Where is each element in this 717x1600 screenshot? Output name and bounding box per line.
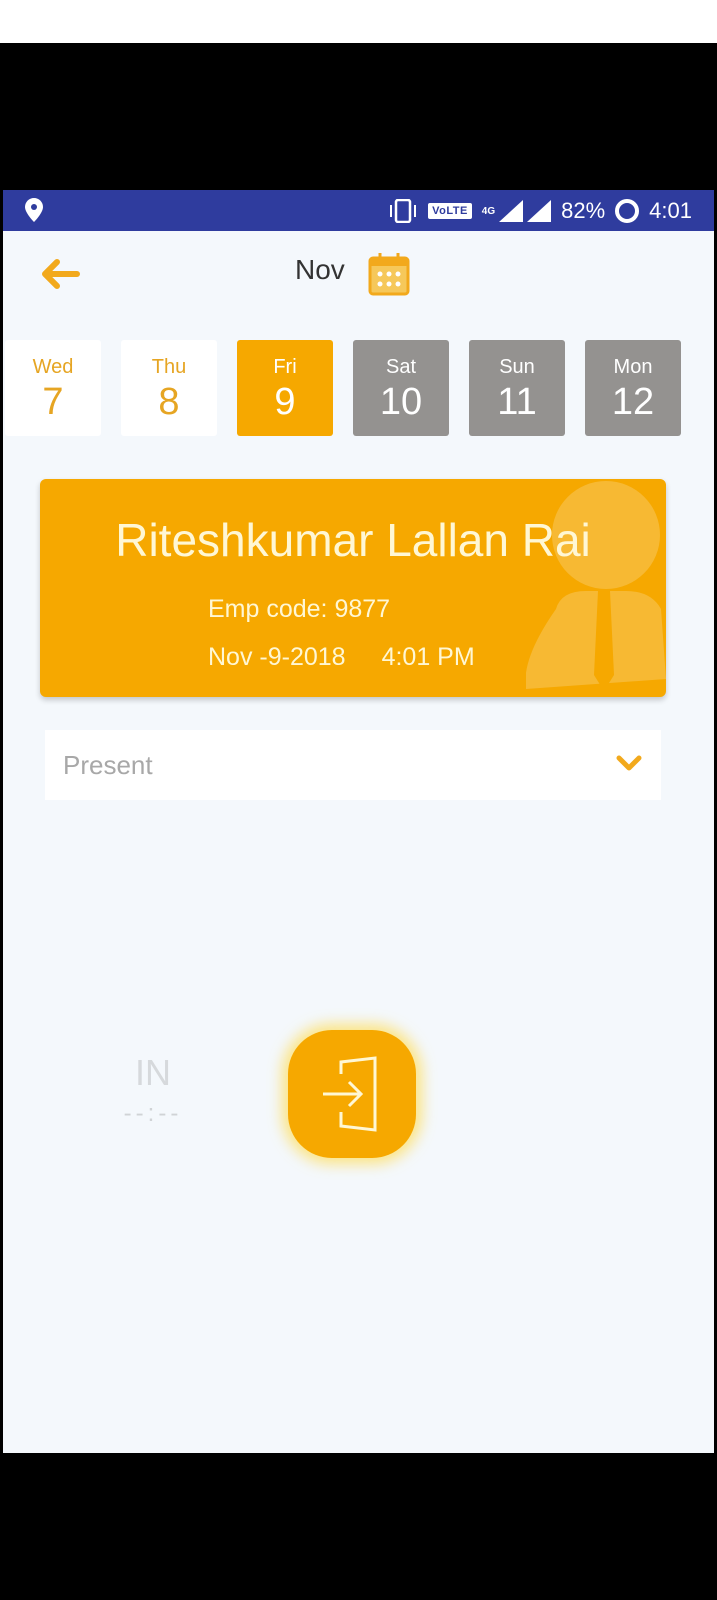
employee-avatar-icon (526, 481, 666, 691)
month-title: Nov (295, 254, 345, 285)
chevron-down-icon (616, 755, 642, 771)
in-label: IN (135, 1052, 171, 1093)
current-time: 4:01 PM (381, 643, 475, 671)
network-type: 4G (481, 205, 496, 217)
battery-ring-icon (615, 198, 640, 223)
vibrate-icon (390, 198, 417, 223)
day-name: Thu (151, 356, 187, 378)
clock: 4:01 (649, 197, 692, 223)
day-date: 12 (611, 381, 655, 423)
day-date: 10 (379, 381, 423, 423)
day-wed-7[interactable]: Wed 7 (5, 340, 101, 436)
day-thu-8[interactable]: Thu 8 (121, 340, 217, 436)
day-name: Wed (32, 356, 74, 378)
day-strip: Wed 7 Thu 8 Fri 9 Sat 10 Sun 11 Mon 12 (3, 340, 714, 438)
status-bar: VoLTE 4G 82% 4:01 (3, 190, 714, 231)
employee-code: Emp code: 9877 (208, 595, 391, 623)
login-icon (323, 1056, 377, 1132)
day-fri-9-selected[interactable]: Fri 9 (237, 340, 333, 436)
day-date: 11 (497, 381, 537, 423)
battery-percent: 82% (561, 197, 606, 223)
employee-card: Riteshkumar Lallan Rai Emp code: 9877 No… (40, 479, 666, 697)
volte-icon: VoLTE (428, 202, 472, 219)
day-date: 7 (42, 381, 64, 423)
attendance-status-value: Present (63, 750, 153, 780)
attendance-status-dropdown[interactable]: Present (45, 730, 661, 800)
employee-name: Riteshkumar Lallan Rai (115, 514, 591, 566)
status-icons: VoLTE 4G 82% 4:01 (388, 190, 692, 231)
current-date: Nov -9-2018 (208, 643, 346, 671)
check-in-button[interactable] (288, 1030, 416, 1158)
day-mon-12[interactable]: Mon 12 (585, 340, 681, 436)
day-name: Sat (385, 356, 417, 378)
day-name: Mon (613, 356, 653, 378)
calendar-icon[interactable] (368, 252, 410, 296)
top-border (0, 0, 717, 43)
employee-datetime: Nov -9-2018 4:01 PM (208, 643, 511, 672)
day-date: 9 (274, 381, 296, 423)
day-sat-10[interactable]: Sat 10 (353, 340, 449, 436)
day-sun-11[interactable]: Sun 11 (469, 340, 565, 436)
in-time: --:-- (123, 1100, 183, 1127)
back-arrow-icon[interactable] (37, 254, 81, 294)
day-name: Sun (499, 356, 535, 378)
app-screen: VoLTE 4G 82% 4:01 Nov Wed 7 Thu 8 Fri 9 … (3, 190, 714, 1453)
day-date: 8 (158, 381, 180, 423)
signal-icon: 4G (481, 199, 552, 222)
location-icon (25, 198, 43, 222)
day-name: Fri (273, 356, 297, 378)
